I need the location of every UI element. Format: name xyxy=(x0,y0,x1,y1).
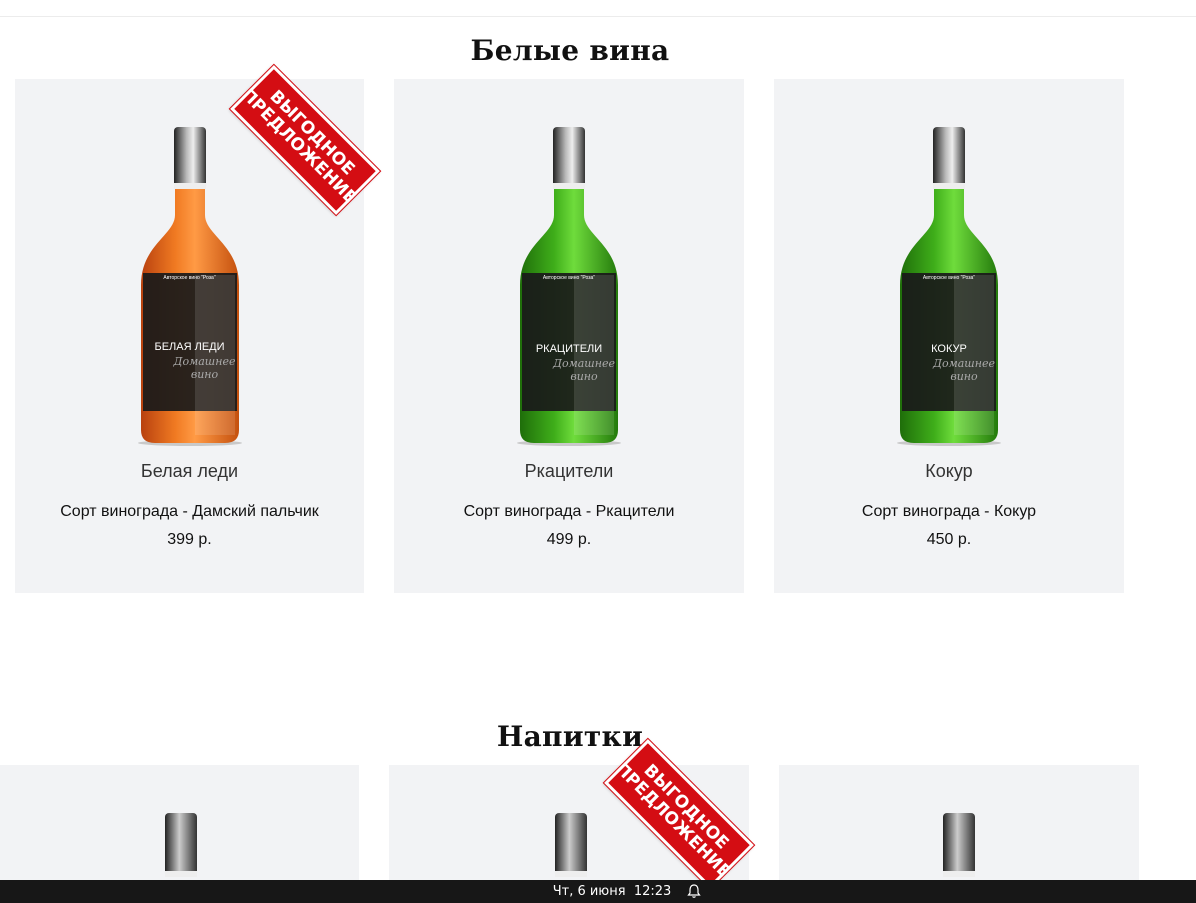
section-title-white-wines: Белые вина xyxy=(470,34,670,67)
offer-badge: ВЫГОДНОЕ ПРЕДЛОЖЕНИЕ xyxy=(603,736,755,892)
bottle-image xyxy=(551,811,591,886)
product-name[interactable]: Кокур xyxy=(774,461,1124,482)
product-card[interactable] xyxy=(0,765,359,880)
label-title: БЕЛАЯ ЛЕДИ xyxy=(154,341,225,353)
label-top-text: Авторское вино "Роза" xyxy=(163,275,216,281)
label-title: КОКУР xyxy=(931,343,967,355)
product-grape: Сорт винограда - Кокур xyxy=(861,503,1037,520)
section-title-drinks: Напитки xyxy=(496,720,644,753)
product-price: 399 р. xyxy=(167,531,212,548)
product-card[interactable]: Авторское вино "Роза" РКАЦИТЕЛИ Домашнее… xyxy=(394,79,744,593)
product-grape: Сорт винограда - Ркацители xyxy=(463,503,675,520)
product-card[interactable]: Авторское вино "Роза" КОКУР Домашнее вин… xyxy=(774,79,1124,593)
product-price: 450 р. xyxy=(926,531,972,548)
top-divider xyxy=(0,16,1196,17)
clock[interactable]: Чт, 6 июня 12:23 xyxy=(0,884,1196,899)
bottle-image xyxy=(939,811,979,880)
label-title: РКАЦИТЕЛИ xyxy=(535,343,603,355)
bell-icon[interactable] xyxy=(686,883,702,899)
label-script: Домашнее вино xyxy=(933,357,995,383)
label-top-text: Авторское вино "Роза" xyxy=(542,275,596,281)
system-taskbar: Чт, 6 июня 12:23 xyxy=(0,880,1196,903)
product-card[interactable]: Авторское вино "Роза" БЕЛАЯ ЛЕДИ Домашне… xyxy=(15,62,381,593)
product-price: 499 р. xyxy=(546,531,592,548)
product-name[interactable]: Ркацители xyxy=(394,461,744,482)
label-script: Домашнее вино xyxy=(553,357,615,383)
product-name[interactable]: Белая леди xyxy=(15,461,364,482)
product-grape: Сорт винограда - Дамский пальчик xyxy=(60,503,319,520)
label-top-text: Авторское вино "Роза" xyxy=(922,275,976,281)
bottle-image xyxy=(161,811,201,880)
bottle-image: Авторское вино "Роза" БЕЛАЯ ЛЕДИ Домашне… xyxy=(135,125,245,452)
offer-badge: ВЫГОДНОЕ ПРЕДЛОЖЕНИЕ xyxy=(229,62,381,218)
product-card[interactable]: ВЫГОДНОЕ ПРЕДЛОЖЕНИЕ xyxy=(389,736,755,892)
label-script: Домашнее вино xyxy=(173,355,236,381)
product-card[interactable] xyxy=(779,765,1139,880)
bottle-image: Авторское вино "Роза" РКАЦИТЕЛИ Домашнее… xyxy=(514,125,624,452)
bottle-image: Авторское вино "Роза" КОКУР Домашнее вин… xyxy=(894,125,1004,452)
